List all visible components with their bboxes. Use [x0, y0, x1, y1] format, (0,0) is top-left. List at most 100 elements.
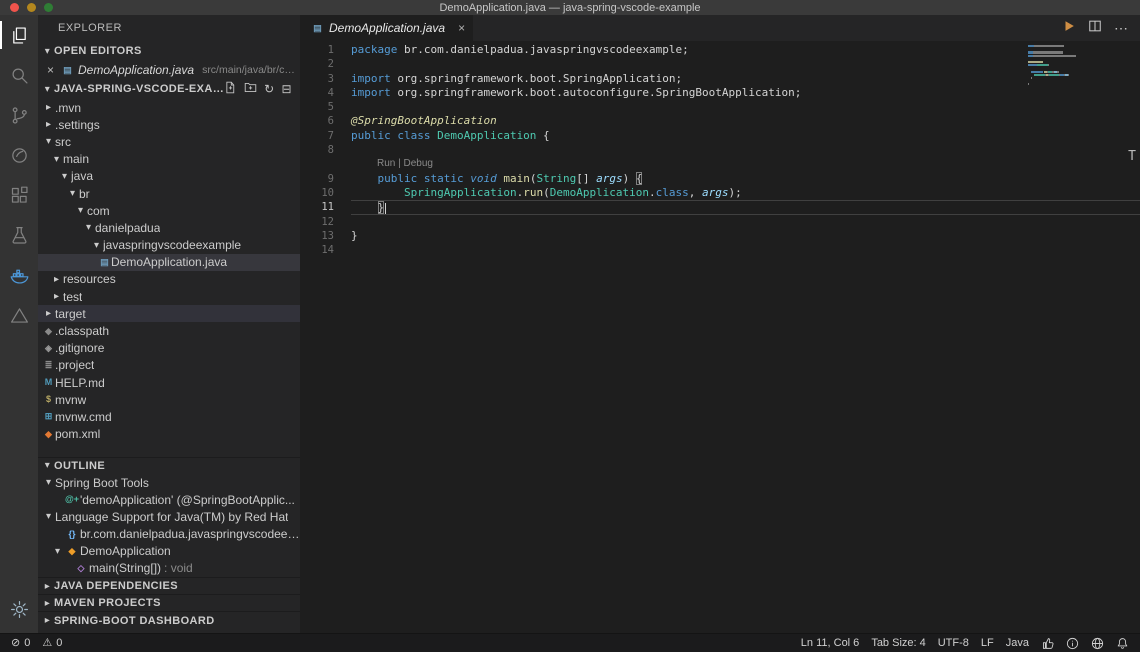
status-problems-warnings[interactable]: ⚠0: [36, 634, 68, 652]
feedback-info-icon[interactable]: [1060, 634, 1085, 652]
tree-item--classpath[interactable]: ◆.classpath: [38, 322, 300, 339]
line-number[interactable]: 8: [300, 143, 334, 157]
code-line-11[interactable]: 11 }: [300, 200, 1140, 214]
close-icon[interactable]: ×: [458, 21, 465, 35]
tree-item-java[interactable]: ▾java: [38, 168, 300, 185]
chevron-down-icon[interactable]: ▾: [42, 511, 55, 522]
code-line-9[interactable]: 9 public static void main(String[] args)…: [300, 172, 1140, 186]
tree-item-help-md[interactable]: MHELP.md: [38, 374, 300, 391]
code-line-8[interactable]: 8: [300, 143, 1140, 157]
tab-demoapplication[interactable]: ▤ DemoApplication.java ×: [300, 15, 473, 41]
open-editor-item[interactable]: × ▤ DemoApplication.java src/main/java/b…: [38, 61, 300, 79]
tree-item-mvnw-cmd[interactable]: ⊞mvnw.cmd: [38, 408, 300, 425]
activity-explorer-icon[interactable]: [0, 15, 38, 55]
status-problems-errors[interactable]: ⊘0: [5, 634, 36, 652]
close-icon[interactable]: ×: [44, 63, 57, 77]
tree-item-br[interactable]: ▾br: [38, 185, 300, 202]
code-line-5[interactable]: 5: [300, 100, 1140, 114]
tree-item--settings[interactable]: ▸.settings: [38, 116, 300, 133]
outline-item-spring-boot-tools[interactable]: ▾Spring Boot Tools: [38, 474, 300, 491]
close-window-button[interactable]: [10, 3, 19, 12]
activity-settings-icon[interactable]: [0, 589, 38, 629]
line-number[interactable]: 12: [300, 215, 334, 229]
line-number[interactable]: 7: [300, 129, 334, 143]
thumbs-up-icon[interactable]: [1035, 634, 1060, 652]
chevron-down-icon[interactable]: ▾: [58, 171, 71, 182]
code-line-1[interactable]: 1package br.com.danielpadua.javaspringvs…: [300, 43, 1140, 57]
line-number[interactable]: 10: [300, 186, 334, 200]
activity-source-control-icon[interactable]: [0, 95, 38, 135]
tree-item--gitignore[interactable]: ◈.gitignore: [38, 340, 300, 357]
run-button[interactable]: [1062, 19, 1076, 38]
tree-item-danielpadua[interactable]: ▾danielpadua: [38, 219, 300, 236]
activity-problems-triangle-icon[interactable]: [0, 295, 38, 335]
chevron-down-icon[interactable]: ▾: [42, 136, 55, 147]
line-number[interactable]: 4: [300, 86, 334, 100]
collapse-all-icon[interactable]: ⊟: [282, 83, 292, 95]
code-line-13[interactable]: 13}: [300, 229, 1140, 243]
zoom-window-button[interactable]: [44, 3, 53, 12]
status-eol[interactable]: LF: [975, 634, 1000, 652]
tree-item-javaspringvscodeexample[interactable]: ▾javaspringvscodeexample: [38, 237, 300, 254]
line-number[interactable]: 2: [300, 57, 334, 71]
tree-item-com[interactable]: ▾com: [38, 202, 300, 219]
status-cursor-position[interactable]: Ln 11, Col 6: [795, 634, 866, 652]
chevron-right-icon[interactable]: ▸: [50, 274, 63, 285]
tree-item-pom-xml[interactable]: ◆pom.xml: [38, 426, 300, 443]
line-number[interactable]: 13: [300, 229, 334, 243]
code-line-14[interactable]: 14: [300, 243, 1140, 257]
line-number[interactable]: 6: [300, 114, 334, 128]
section-spring-boot-dashboard[interactable]: ▸SPRING-BOOT DASHBOARD: [38, 611, 300, 628]
section-java-dependencies[interactable]: ▸JAVA DEPENDENCIES: [38, 577, 300, 594]
code-line-7[interactable]: 7public class DemoApplication {: [300, 129, 1140, 143]
chevron-down-icon[interactable]: ▾: [42, 477, 55, 488]
minimize-window-button[interactable]: [27, 3, 36, 12]
tree-item-test[interactable]: ▸test: [38, 288, 300, 305]
chevron-down-icon[interactable]: ▾: [50, 154, 63, 165]
section-maven-projects[interactable]: ▸MAVEN PROJECTS: [38, 594, 300, 611]
activity-extensions-icon[interactable]: [0, 175, 38, 215]
tree-item-mvnw[interactable]: $mvnw: [38, 391, 300, 408]
activity-test-explorer-icon[interactable]: [0, 215, 38, 255]
outline-item--demoapplication-springbootapp[interactable]: @+'demoApplication' (@SpringBootApplic..…: [38, 491, 300, 508]
outline-header[interactable]: ▾ OUTLINE: [38, 457, 300, 474]
code-line-3[interactable]: 3import org.springframework.boot.SpringA…: [300, 72, 1140, 86]
tree-item-resources[interactable]: ▸resources: [38, 271, 300, 288]
chevron-down-icon[interactable]: ▾: [82, 222, 95, 233]
activity-docker-icon[interactable]: [0, 255, 38, 295]
code-editor[interactable]: 1package br.com.danielpadua.javaspringvs…: [300, 41, 1140, 633]
tree-item--project[interactable]: ≣.project: [38, 357, 300, 374]
line-number[interactable]: 5: [300, 100, 334, 114]
code-line-10[interactable]: 10 SpringApplication.run(DemoApplication…: [300, 186, 1140, 200]
status-indentation[interactable]: Tab Size: 4: [865, 634, 931, 652]
more-actions-icon[interactable]: ⋯: [1114, 21, 1128, 35]
chevron-right-icon[interactable]: ▸: [50, 291, 63, 302]
refresh-icon[interactable]: ↻: [264, 83, 274, 95]
tree-item--mvn[interactable]: ▸.mvn: [38, 99, 300, 116]
code-line-2[interactable]: 2: [300, 57, 1140, 71]
minimap[interactable]: [1028, 45, 1124, 90]
status-encoding[interactable]: UTF-8: [932, 634, 975, 652]
new-file-icon[interactable]: [224, 81, 237, 97]
chevron-down-icon[interactable]: ▾: [51, 546, 64, 557]
globe-icon[interactable]: [1085, 634, 1110, 652]
activity-spring-boot-dashboard-icon[interactable]: [0, 135, 38, 175]
line-number[interactable]: 11: [300, 200, 334, 214]
outline-item-language-support-for-java-tm-b[interactable]: ▾Language Support for Java(TM) by Red Ha…: [38, 508, 300, 525]
line-number[interactable]: 3: [300, 72, 334, 86]
code-line-12[interactable]: 12: [300, 215, 1140, 229]
code-line-4[interactable]: 4import org.springframework.boot.autocon…: [300, 86, 1140, 100]
status-language-mode[interactable]: Java: [1000, 634, 1035, 652]
line-number[interactable]: 1: [300, 43, 334, 57]
code-line-6[interactable]: 6@SpringBootApplication: [300, 114, 1140, 128]
bell-icon[interactable]: [1110, 634, 1135, 652]
outline-item-main-string-[interactable]: ◇main(String[]) : void: [38, 560, 300, 577]
outline-item-br-com-danielpadua-javaspringv[interactable]: {}br.com.danielpadua.javaspringvscodeexa…: [38, 526, 300, 543]
split-editor-icon[interactable]: [1088, 19, 1102, 38]
open-editors-header[interactable]: ▾ OPEN EDITORS: [38, 41, 300, 61]
chevron-right-icon[interactable]: ▸: [42, 119, 55, 130]
tree-item-src[interactable]: ▾src: [38, 133, 300, 150]
tree-item-main[interactable]: ▾main: [38, 151, 300, 168]
chevron-down-icon[interactable]: ▾: [74, 205, 87, 216]
chevron-down-icon[interactable]: ▾: [90, 240, 103, 251]
